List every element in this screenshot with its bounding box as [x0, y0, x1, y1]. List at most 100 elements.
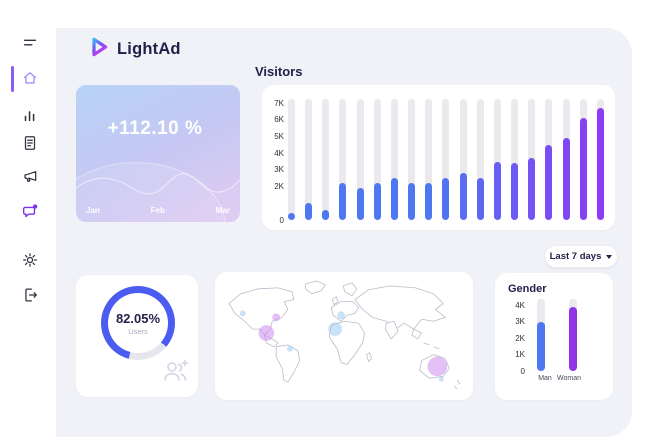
- users-label: Users: [128, 327, 148, 336]
- y-tick-label: 2K: [274, 182, 284, 191]
- map-bubble-mexico: [258, 325, 274, 341]
- y-tick-label: 6K: [274, 115, 284, 124]
- users-donut-center: 82.05% Users: [108, 293, 168, 353]
- y-tick-label: 4K: [274, 149, 284, 158]
- sidebar-active-indicator: [11, 66, 14, 92]
- visitor-bar-fill: [460, 173, 467, 220]
- visitor-bar: [494, 99, 501, 220]
- y-tick-label: 0: [521, 367, 525, 376]
- map-bubble-us-west: [240, 310, 246, 316]
- menu-icon: [21, 34, 39, 52]
- app-name: LightAd: [117, 40, 181, 59]
- visitor-bar-fill: [528, 158, 535, 220]
- month-label: Feb: [151, 206, 165, 215]
- visitor-bar: [322, 99, 329, 220]
- map-bubble-us-east: [272, 313, 280, 321]
- growth-value: +112.10 %: [76, 118, 234, 140]
- add-user-icon[interactable]: [160, 358, 190, 389]
- visitor-bar-fill: [374, 183, 381, 220]
- gender-bar: [569, 299, 577, 371]
- visitor-bar: [545, 99, 552, 220]
- visitors-bars: [288, 99, 604, 220]
- y-tick-label: 3K: [515, 317, 525, 326]
- visitor-bar: [408, 99, 415, 220]
- bar-chart-icon: [21, 106, 39, 124]
- visitor-bar: [288, 99, 295, 220]
- world-map-card: [215, 272, 473, 400]
- gender-bar-fill: [537, 322, 545, 372]
- visitor-bar: [374, 99, 381, 220]
- main-panel: LightAd +112.10 % Jan Feb Mar Visitors 7…: [56, 28, 632, 437]
- sidebar-item-home[interactable]: [21, 69, 39, 87]
- visitor-bar: [580, 99, 587, 220]
- date-range-label: Last 7 days: [550, 251, 602, 262]
- visitor-bar: [391, 99, 398, 220]
- map-bubble-australia-se: [439, 377, 444, 382]
- visitor-bar-fill: [322, 210, 329, 220]
- visitor-bar: [597, 99, 604, 220]
- megaphone-icon: [21, 167, 39, 185]
- visitors-chart-title: Visitors: [255, 64, 302, 79]
- visitor-bar-fill: [477, 178, 484, 220]
- sidebar-item-logout[interactable]: [21, 286, 39, 304]
- y-tick-label: 2K: [515, 334, 525, 343]
- visitor-bar-fill: [339, 183, 346, 220]
- gender-y-axis: 4K3K2K1K0: [505, 299, 525, 371]
- visitor-bar-fill: [425, 183, 432, 220]
- dashboard-screen: LightAd +112.10 % Jan Feb Mar Visitors 7…: [0, 0, 646, 446]
- sidebar-item-analytics[interactable]: [21, 106, 39, 124]
- users-donut-card: 82.05% Users: [76, 275, 198, 397]
- sidebar-item-messages[interactable]: [21, 202, 39, 220]
- growth-sparkline: [76, 152, 240, 204]
- visitor-bar: [460, 99, 467, 220]
- visitor-bar-fill: [511, 163, 518, 220]
- visitor-bar: [563, 99, 570, 220]
- gender-x-labels: Man Woman: [533, 375, 581, 382]
- sidebar-item-reports[interactable]: [21, 134, 39, 152]
- date-range-dropdown[interactable]: Last 7 days: [545, 246, 617, 267]
- visitor-bar: [425, 99, 432, 220]
- y-tick-label: 4K: [515, 301, 525, 310]
- sidebar-item-settings[interactable]: [21, 251, 39, 269]
- logout-icon: [21, 286, 39, 304]
- visitor-bar: [442, 99, 449, 220]
- visitor-bar-fill: [288, 213, 295, 220]
- visitor-bar: [357, 99, 364, 220]
- gender-chart-title: Gender: [508, 283, 547, 295]
- gender-label-woman: Woman: [557, 375, 581, 382]
- y-tick-label: 5K: [274, 132, 284, 141]
- gender-bar-fill: [569, 307, 577, 371]
- map-bubble-west-africa: [328, 322, 342, 336]
- y-tick-label: 3K: [274, 165, 284, 174]
- lightad-logo-icon: [88, 36, 110, 63]
- sidebar-item-promotions[interactable]: [21, 167, 39, 185]
- visitor-bar-fill: [442, 178, 449, 220]
- map-bubble-south-america: [287, 346, 293, 352]
- users-percent: 82.05%: [116, 311, 160, 326]
- visitors-chart-card: 7K6K5K4K3K2K0: [262, 85, 615, 230]
- map-bubble-europe: [337, 311, 345, 319]
- visitor-bar: [339, 99, 346, 220]
- sidebar: [0, 0, 56, 446]
- gender-bar: [537, 299, 545, 371]
- visitor-bar: [305, 99, 312, 220]
- visitor-bar-fill: [391, 178, 398, 220]
- home-icon: [21, 69, 39, 87]
- visitors-y-axis: 7K6K5K4K3K2K0: [262, 99, 284, 220]
- gender-label-man: Man: [533, 375, 557, 382]
- gear-icon: [21, 251, 39, 269]
- y-tick-label: 7K: [274, 99, 284, 108]
- visitor-bar-fill: [494, 162, 501, 221]
- visitor-bar-fill: [408, 183, 415, 220]
- visitor-bar-fill: [545, 145, 552, 220]
- month-label: Jan: [86, 206, 100, 215]
- growth-months: Jan Feb Mar: [86, 206, 230, 215]
- map-bubble-australia: [428, 357, 448, 377]
- world-map: [221, 278, 467, 394]
- visitor-bar-fill: [357, 188, 364, 220]
- app-logo[interactable]: LightAd: [88, 36, 181, 63]
- month-label: Mar: [216, 206, 230, 215]
- menu-toggle-button[interactable]: [21, 34, 39, 52]
- visitor-bar-fill: [597, 108, 604, 220]
- visitor-bar-fill: [580, 118, 587, 220]
